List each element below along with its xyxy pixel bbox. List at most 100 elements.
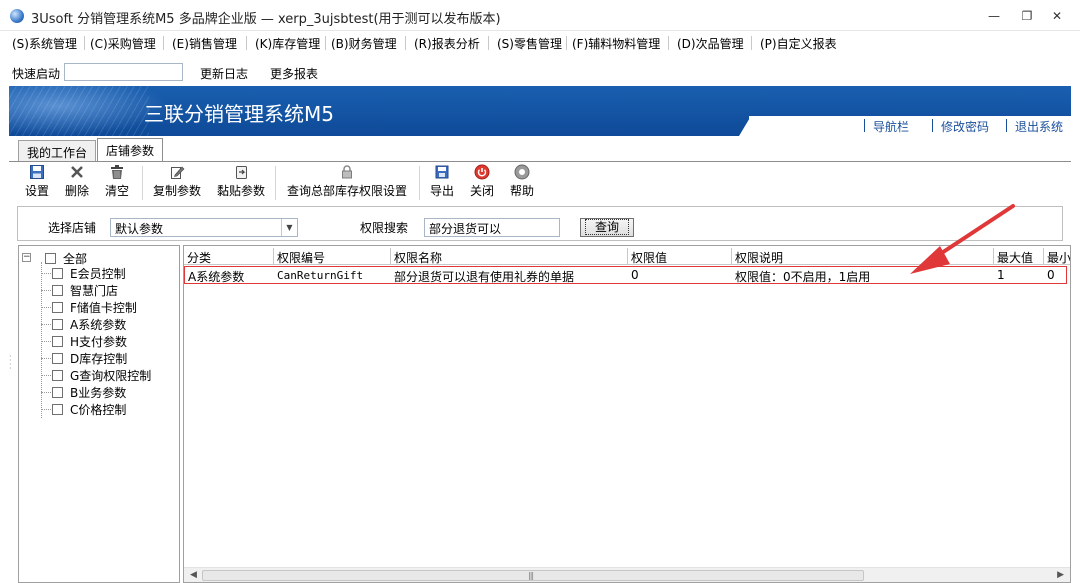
edit-copy-icon: [171, 166, 185, 179]
tree-root[interactable]: − 全部: [19, 248, 179, 266]
tree-item-label: E会员控制: [70, 267, 126, 281]
menu-finance[interactable]: (B)财务管理: [331, 35, 397, 52]
cell-min: 0: [1047, 268, 1055, 282]
tree-item-label: D库存控制: [70, 352, 128, 366]
col-header-code[interactable]: 权限编号: [274, 248, 391, 265]
banner-pattern: [9, 86, 149, 136]
tab-strip: 我的工作台 店铺参数: [0, 138, 1080, 162]
checkbox[interactable]: [52, 268, 63, 279]
save-button[interactable]: 设置: [17, 164, 57, 199]
scroll-left-icon[interactable]: ◀: [190, 570, 197, 580]
tab-store-params[interactable]: 店铺参数: [97, 138, 164, 162]
close-window-button[interactable]: ✕: [1045, 8, 1069, 24]
tree-item[interactable]: 智慧门店: [52, 282, 118, 298]
tree-item[interactable]: G查询权限控制: [52, 367, 151, 383]
tree-item[interactable]: A系统参数: [52, 316, 126, 332]
col-header-name[interactable]: 权限名称: [391, 248, 628, 265]
copy-params-button[interactable]: 复制参数: [151, 164, 203, 199]
more-reports-link[interactable]: 更多报表: [270, 65, 318, 82]
tree-branch: [41, 409, 51, 410]
logout-link[interactable]: 退出系统: [1015, 118, 1063, 135]
quick-start-input[interactable]: [64, 63, 183, 81]
tree-branch: [41, 341, 51, 342]
left-edge-grip[interactable]: · · · ·: [9, 353, 12, 373]
paste-params-label: 黏贴参数: [216, 184, 265, 198]
tree-item[interactable]: D库存控制: [52, 350, 127, 366]
delete-button[interactable]: 删除: [57, 164, 97, 199]
menu-defects[interactable]: (D)次品管理: [677, 35, 744, 52]
store-select[interactable]: 默认参数 ▼: [110, 218, 298, 237]
paste-icon: [236, 166, 247, 179]
close-button[interactable]: 关闭: [462, 164, 502, 199]
checkbox[interactable]: [52, 404, 63, 415]
clear-label: 清空: [104, 184, 129, 198]
menu-inventory[interactable]: (K)库存管理: [255, 35, 320, 52]
toolbar-separator: [275, 166, 276, 200]
query-button[interactable]: 查询: [580, 218, 634, 237]
checkbox[interactable]: [52, 370, 63, 381]
minimize-button[interactable]: —: [982, 8, 1006, 24]
menu-materials[interactable]: (F)辅料物料管理: [572, 35, 660, 52]
menu-sales[interactable]: (E)销售管理: [172, 35, 237, 52]
export-button[interactable]: 导出: [422, 164, 462, 199]
delete-icon: [71, 166, 83, 178]
cell-description: 权限值：0不启用，1启用: [735, 270, 871, 284]
checkbox[interactable]: [52, 319, 63, 330]
tree-item-label: B业务参数: [70, 386, 127, 400]
export-label: 导出: [429, 184, 454, 198]
cell-code: CanReturnGift: [277, 269, 364, 282]
chevron-down-icon[interactable]: ▼: [281, 219, 297, 236]
category-tree: − 全部 E会员控制 智慧门店 F储值卡控制 A系统参数 H支付参数 D库存控制…: [18, 245, 180, 583]
clear-button[interactable]: 清空: [97, 164, 137, 199]
changelog-link[interactable]: 更新日志: [200, 65, 248, 82]
change-password-link[interactable]: 修改密码: [941, 118, 989, 135]
permission-search-value: 部分退货可以: [429, 222, 502, 236]
nav-guide-link[interactable]: 导航栏: [873, 118, 909, 135]
lock-icon: [342, 165, 352, 179]
tree-item-label: 智慧门店: [70, 284, 119, 298]
checkbox[interactable]: [52, 353, 63, 364]
paste-params-button[interactable]: 黏贴参数: [215, 164, 267, 199]
checkbox[interactable]: [52, 336, 63, 347]
tree-item[interactable]: B业务参数: [52, 384, 126, 400]
scroll-right-icon[interactable]: ▶: [1057, 570, 1064, 580]
tree-item-label: G查询权限控制: [70, 369, 152, 383]
tab-workbench[interactable]: 我的工作台: [18, 140, 97, 162]
copy-params-label: 复制参数: [152, 184, 201, 198]
tree-guide-line: [41, 262, 42, 418]
restore-button[interactable]: ❐: [1015, 8, 1039, 24]
horizontal-scrollbar[interactable]: ◀ ||| ▶: [184, 567, 1070, 582]
checkbox[interactable]: [52, 302, 63, 313]
toolbar-separator: [419, 166, 420, 200]
tree-branch: [41, 290, 51, 291]
menu-separator: [488, 36, 489, 50]
checkbox[interactable]: [52, 387, 63, 398]
menu-separator: [751, 36, 752, 50]
help-button[interactable]: 帮助: [502, 164, 542, 199]
trash-icon: [111, 165, 123, 179]
menu-purchase[interactable]: (C)采购管理: [90, 35, 156, 52]
permission-search-label: 权限搜索: [360, 221, 409, 235]
menu-system[interactable]: (S)系统管理: [12, 35, 77, 52]
permission-search-input[interactable]: 部分退货可以: [424, 218, 560, 237]
tree-item[interactable]: F储值卡控制: [52, 299, 137, 315]
checkbox[interactable]: [52, 285, 63, 296]
checkbox[interactable]: [45, 253, 56, 264]
menu-custom-reports[interactable]: (P)自定义报表: [760, 35, 837, 52]
menu-reports[interactable]: (R)报表分析: [414, 35, 480, 52]
tree-branch: [41, 307, 51, 308]
col-header-category[interactable]: 分类: [184, 248, 274, 265]
quick-start-label: 快速启动: [12, 67, 61, 81]
hq-stock-permission-button[interactable]: 查询总部库存权限设置: [285, 164, 409, 199]
collapse-icon[interactable]: −: [22, 253, 31, 262]
scrollbar-thumb[interactable]: |||: [202, 570, 864, 581]
col-header-min[interactable]: 最小: [1044, 248, 1070, 265]
col-header-value[interactable]: 权限值: [628, 248, 732, 265]
cell-value[interactable]: 0: [631, 268, 639, 282]
tree-item[interactable]: C价格控制: [52, 401, 126, 417]
menu-retail[interactable]: (S)零售管理: [497, 35, 562, 52]
tree-item[interactable]: E会员控制: [52, 265, 126, 281]
cell-name: 部分退货可以退有使用礼券的单据: [394, 270, 575, 284]
tree-item[interactable]: H支付参数: [52, 333, 127, 349]
query-button-label: 查询: [584, 219, 629, 235]
